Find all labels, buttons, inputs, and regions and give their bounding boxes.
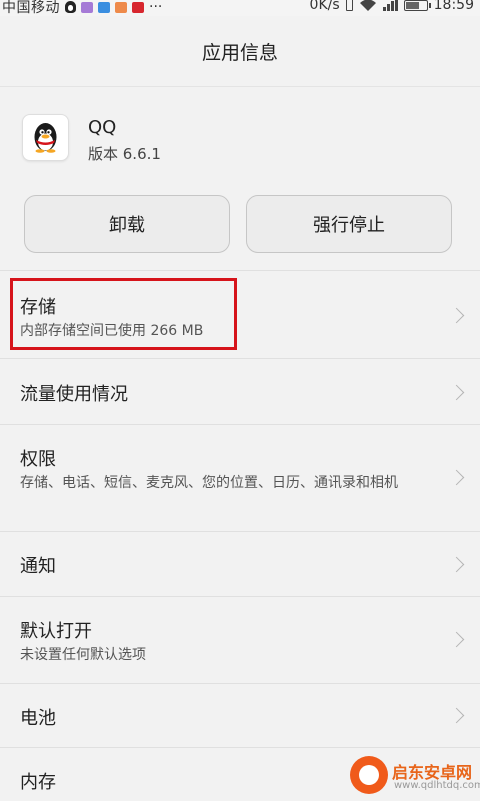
vibrate-icon bbox=[345, 0, 353, 11]
uninstall-button[interactable]: 卸载 bbox=[24, 195, 230, 253]
signal-icon bbox=[382, 0, 398, 11]
row-permissions-title: 权限 bbox=[20, 449, 56, 470]
status-right: 0K/s 18:59 bbox=[310, 0, 474, 13]
chevron-right-icon bbox=[448, 469, 465, 486]
row-open-by-default-title: 默认打开 bbox=[20, 621, 92, 642]
page-title-bar: 应用信息 bbox=[0, 16, 480, 86]
status-bar: 中国移动 ··· 0K/s 18:59 bbox=[0, 0, 480, 16]
app-icon-orange bbox=[115, 1, 127, 13]
row-notifications-title: 通知 bbox=[20, 556, 56, 577]
huawei-icon bbox=[132, 1, 144, 13]
watermark-url: www.qdlhtdq.com bbox=[394, 780, 480, 791]
app-header: QQ 版本 6.6.1 卸载 强行停止 bbox=[0, 86, 480, 271]
net-speed: 0K/s bbox=[309, 0, 340, 13]
chevron-right-icon bbox=[448, 556, 465, 573]
more-notifications: ··· bbox=[149, 0, 163, 15]
chevron-right-icon bbox=[448, 307, 465, 324]
chevron-right-icon bbox=[448, 707, 465, 724]
clock: 18:59 bbox=[433, 0, 474, 13]
app-version: 版本 6.6.1 bbox=[88, 145, 161, 163]
status-left: 中国移动 ··· bbox=[2, 0, 162, 16]
row-memory-title: 内存 bbox=[20, 772, 56, 793]
battery-icon bbox=[403, 0, 431, 11]
force-stop-button[interactable]: 强行停止 bbox=[246, 195, 452, 253]
row-open-by-default[interactable]: 默认打开 未设置任何默认选项 bbox=[0, 596, 480, 683]
row-permissions-sub: 存储、电话、短信、麦克风、您的位置、日历、通讯录和相机 bbox=[20, 475, 398, 491]
page-title: 应用信息 bbox=[201, 41, 278, 64]
watermark-logo-icon bbox=[350, 756, 388, 794]
app-name: QQ bbox=[88, 117, 117, 138]
app-icon-purple bbox=[81, 1, 93, 13]
highlight-box bbox=[10, 278, 237, 350]
wifi-icon bbox=[359, 0, 376, 11]
row-open-by-default-sub: 未设置任何默认选项 bbox=[20, 647, 146, 663]
carrier-label: 中国移动 bbox=[2, 0, 60, 16]
watermark: 启东安卓网 www.qdlhtdq.com bbox=[344, 742, 480, 798]
row-permissions[interactable]: 权限 存储、电话、短信、麦克风、您的位置、日历、通讯录和相机 bbox=[0, 424, 480, 531]
row-data-usage-title: 流量使用情况 bbox=[20, 384, 128, 405]
qq-penguin-icon bbox=[22, 114, 69, 161]
row-notifications[interactable]: 通知 bbox=[0, 531, 480, 596]
chevron-right-icon bbox=[448, 631, 465, 648]
qq-icon bbox=[65, 1, 76, 13]
row-battery-title: 电池 bbox=[20, 708, 56, 729]
row-data-usage[interactable]: 流量使用情况 bbox=[0, 358, 480, 424]
chevron-right-icon bbox=[448, 384, 465, 401]
row-battery[interactable]: 电池 bbox=[0, 683, 480, 747]
app-icon-blue bbox=[98, 1, 110, 13]
